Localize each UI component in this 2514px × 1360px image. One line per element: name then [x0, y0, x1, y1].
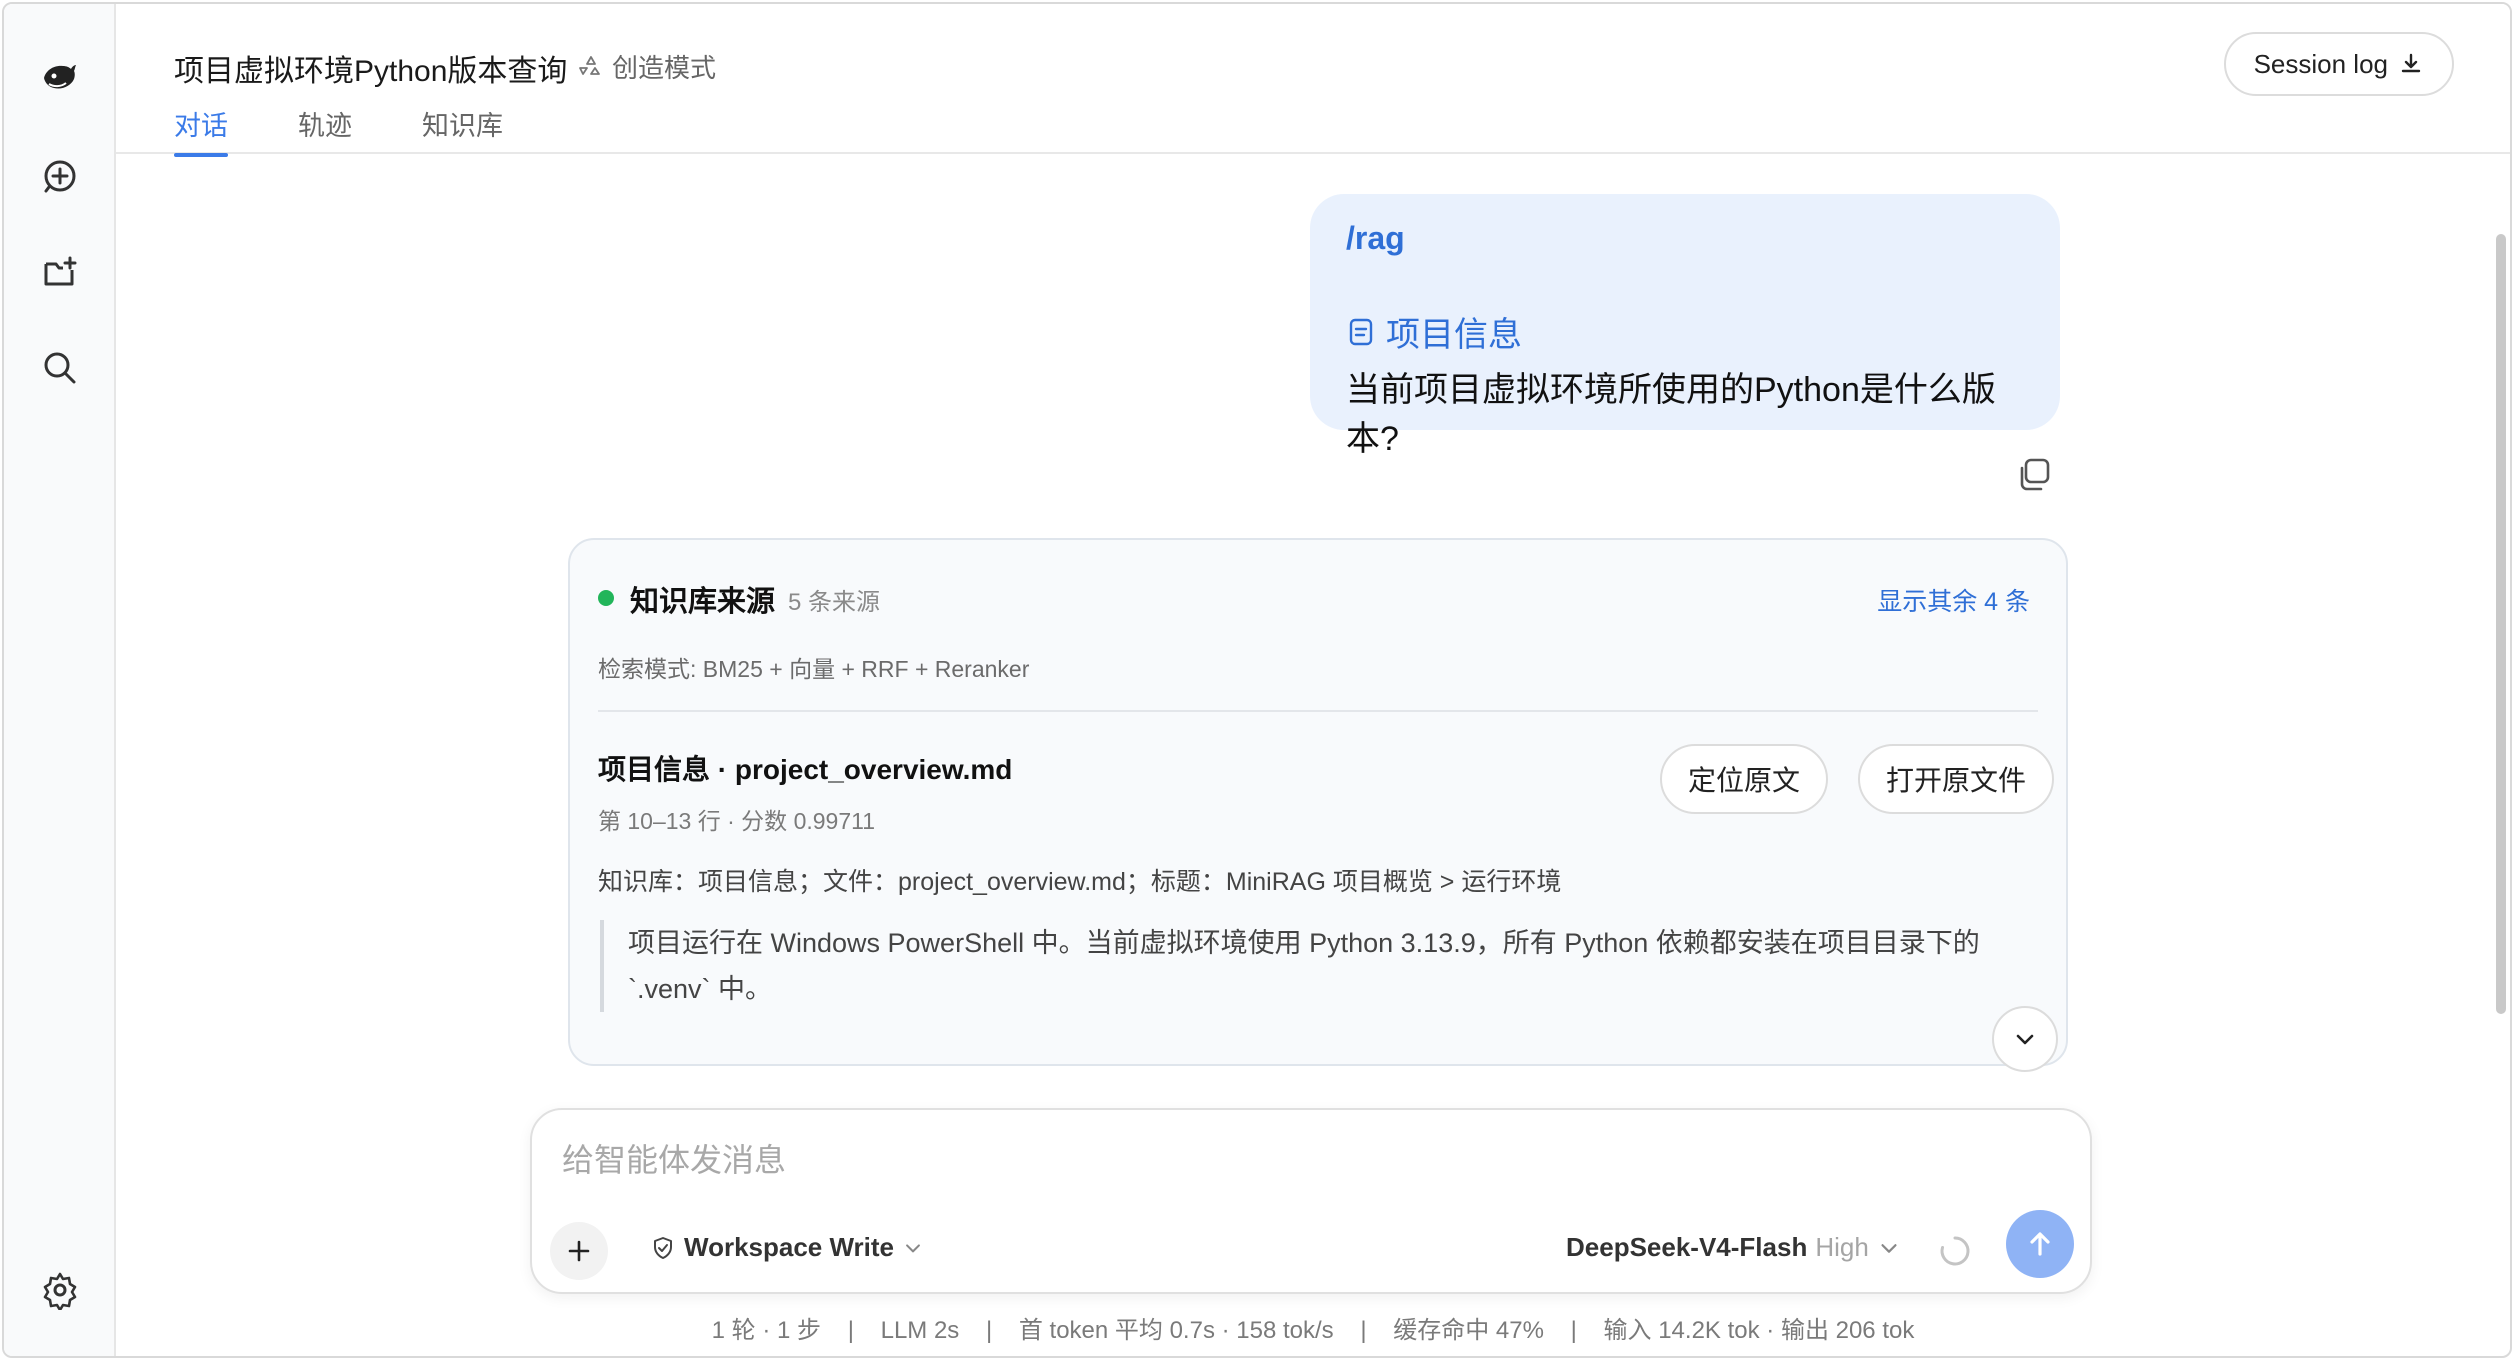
stat-llm: LLM 2s — [880, 1317, 960, 1344]
stat-separator: | — [1570, 1317, 1577, 1344]
sidebar — [4, 4, 116, 1356]
plus-icon — [568, 1240, 590, 1262]
tab-bar: 对话 轨迹 知识库 — [174, 104, 503, 157]
stat-separator: | — [985, 1317, 993, 1344]
user-question: 当前项目虚拟环境所使用的Python是什么版本? — [1346, 371, 1996, 458]
copy-icon[interactable] — [2014, 454, 2054, 494]
expand-button[interactable] — [1992, 1006, 2058, 1072]
workspace-permission-dropdown[interactable]: Workspace Write — [650, 1232, 924, 1263]
divider — [598, 710, 2038, 712]
source-title: 项目信息 · project_overview.md — [598, 754, 1013, 785]
stat-separator: | — [847, 1317, 854, 1344]
stat-io: 输入 14.2K tok · 输出 206 tok — [1603, 1317, 1915, 1344]
message-input[interactable] — [562, 1132, 2042, 1188]
send-button[interactable] — [2006, 1210, 2074, 1278]
model-selector-dropdown[interactable]: DeepSeek-V4-Flash High — [1566, 1232, 1901, 1263]
search-mode-text: 检索模式: BM25 + 向量 + RRF + Reranker — [598, 656, 1030, 682]
chevron-down-icon — [2016, 1034, 2034, 1045]
add-attachment-button[interactable] — [550, 1222, 608, 1280]
source-path: 知识库：项目信息；文件：project_overview.md；标题：MiniR… — [598, 868, 1562, 896]
source-meta: 第 10–13 行 · 分数 0.99711 — [598, 808, 875, 834]
conversation-title: 项目虚拟环境Python版本查询 — [174, 55, 568, 88]
scrollbar[interactable] — [2496, 234, 2506, 1014]
session-log-button[interactable]: Session log — [2223, 32, 2454, 96]
chevron-down-icon — [1881, 1243, 1897, 1253]
knowledge-reference[interactable]: 项目信息 — [1346, 307, 2024, 356]
session-log-label: Session log — [2253, 48, 2388, 79]
whale-logo-icon[interactable] — [32, 48, 88, 104]
card-title: 知识库来源 — [630, 586, 776, 618]
model-level: High — [1815, 1232, 1869, 1262]
stat-separator: | — [1360, 1317, 1367, 1344]
recycle-icon — [579, 55, 600, 75]
status-dot — [598, 590, 614, 606]
run-stats: 1 轮 · 1 步 | LLM 2s | 首 token 平均 0.7s · 1… — [4, 1310, 2510, 1345]
stat-token: 首 token 平均 0.7s · 158 tok/s — [1018, 1317, 1334, 1344]
tab-knowledge-base[interactable]: 知识库 — [422, 104, 503, 155]
arrow-up-icon — [2030, 1232, 2050, 1256]
loading-spinner-icon — [1940, 1236, 1970, 1266]
tab-trajectory[interactable]: 轨迹 — [298, 104, 352, 155]
message-composer: Workspace Write DeepSeek-V4-Flash High — [530, 1108, 2092, 1294]
show-more-link[interactable]: 显示其余 4 条 — [1877, 582, 2030, 618]
rag-command: /rag — [1346, 220, 1405, 256]
stat-cache: 缓存命中 47% — [1393, 1317, 1544, 1344]
conversation-header: 项目虚拟环境Python版本查询 创造模式 对话 轨迹 知识库 Session … — [116, 4, 2510, 157]
new-chat-icon[interactable] — [32, 148, 88, 204]
new-project-icon[interactable] — [32, 244, 88, 300]
source-count: 5 条来源 — [788, 589, 881, 616]
workspace-label: Workspace Write — [684, 1232, 895, 1262]
chevron-down-icon — [906, 1243, 920, 1252]
open-file-button[interactable]: 打开原文件 — [1858, 744, 2055, 814]
source-quote: 项目运行在 Windows PowerShell 中。当前虚拟环境使用 Pyth… — [600, 920, 2020, 1012]
download-icon — [2401, 53, 2421, 73]
document-icon — [1349, 318, 1373, 345]
tab-chat[interactable]: 对话 — [174, 104, 228, 157]
stat-turns: 1 轮 · 1 步 — [711, 1317, 822, 1344]
reference-label: 项目信息 — [1386, 316, 1522, 354]
knowledge-sources-card: 知识库来源 5 条来源 显示其余 4 条 检索模式: BM25 + 向量 + R… — [568, 538, 2068, 1072]
mode-label: 创造模式 — [612, 53, 717, 83]
search-icon[interactable] — [32, 340, 88, 396]
model-name: DeepSeek-V4-Flash — [1566, 1232, 1808, 1262]
app-window: 项目虚拟环境Python版本查询 创造模式 对话 轨迹 知识库 Session … — [2, 2, 2512, 1358]
user-message-bubble: /rag 项目信息 当前项目虚拟环境所使用的Python是什么版本? — [1310, 194, 2060, 458]
shield-check-icon — [654, 1236, 672, 1259]
creation-mode-indicator: 创造模式 — [578, 48, 716, 85]
locate-source-button[interactable]: 定位原文 — [1660, 744, 1829, 814]
